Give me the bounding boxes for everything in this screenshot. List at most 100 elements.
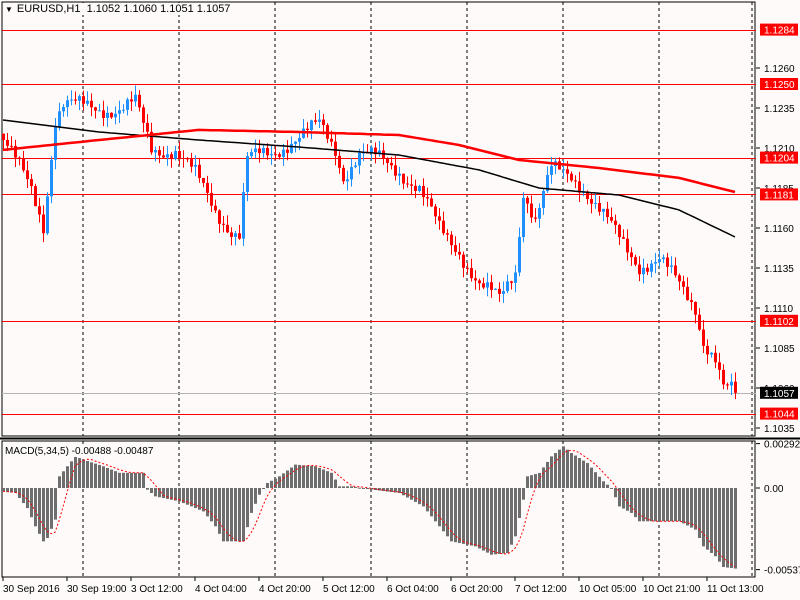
macd-histogram-bar: [578, 458, 581, 488]
candle-body: [594, 202, 597, 204]
macd-histogram-bar: [698, 488, 701, 539]
macd-histogram-bar: [138, 472, 141, 488]
macd-histogram-bar: [30, 488, 33, 518]
time-axis-label: 30 Sep 2016: [3, 584, 60, 595]
macd-histogram-bar: [670, 488, 673, 522]
macd-histogram-bar: [654, 488, 657, 522]
macd-histogram-bar: [450, 488, 453, 542]
candle-body: [410, 184, 413, 186]
macd-histogram-bar: [18, 488, 21, 499]
candle-body: [230, 232, 233, 237]
candle-body: [482, 283, 485, 288]
candle-body: [426, 197, 429, 199]
macd-histogram-bar: [622, 488, 625, 509]
candle-body: [50, 159, 53, 197]
macd-histogram-bar: [678, 488, 681, 522]
candle-body: [46, 196, 49, 234]
macd-histogram-bar: [486, 488, 489, 553]
macd-histogram-bar: [530, 475, 533, 488]
macd-histogram-bar: [58, 476, 61, 488]
dropdown-triangle-icon[interactable]: ▼: [5, 5, 13, 14]
time-axis-label: 5 Oct 12:00: [323, 584, 375, 595]
macd-histogram-bar: [502, 488, 505, 554]
candle-body: [154, 150, 157, 153]
macd-histogram-bar: [650, 488, 653, 522]
macd-histogram-bar: [82, 459, 85, 488]
candle-body: [194, 164, 197, 167]
macd-histogram-bar: [222, 488, 225, 542]
macd-histogram-bar: [714, 488, 717, 557]
candle-body: [174, 151, 177, 160]
chart-window[interactable]: 1.12601.12351.12101.11851.11601.11351.11…: [0, 0, 800, 600]
candle-body: [714, 352, 717, 363]
candle-body: [238, 233, 241, 239]
macd-axis-label: 0.00292: [764, 440, 800, 451]
candle-body: [290, 143, 293, 153]
candle-body: [278, 154, 281, 157]
macd-histogram-bar: [386, 488, 389, 492]
macd-histogram-bar: [510, 488, 513, 545]
macd-histogram-bar: [66, 466, 69, 488]
candle-body: [314, 120, 317, 122]
candle-body: [466, 267, 469, 269]
macd-histogram-bar: [42, 488, 45, 542]
chart-canvas[interactable]: 1.12601.12351.12101.11851.11601.11351.11…: [0, 0, 800, 600]
macd-histogram-bar: [682, 488, 685, 524]
candle-body: [478, 280, 481, 284]
candle-body: [138, 94, 141, 108]
macd-histogram-bar: [342, 486, 345, 488]
candle-body: [94, 107, 97, 111]
candle-body: [406, 183, 409, 185]
macd-histogram-bar: [134, 472, 137, 488]
macd-histogram-bar: [126, 472, 129, 488]
macd-histogram-bar: [518, 488, 521, 519]
candle-body: [618, 224, 621, 238]
macd-histogram-bar: [494, 488, 497, 555]
candle-body: [422, 186, 425, 198]
candle-body: [402, 173, 405, 184]
time-axis-label: 11 Oct 13:00: [707, 584, 764, 595]
candle-body: [498, 288, 501, 294]
candle-body: [86, 100, 89, 104]
time-axis-label: 10 Oct 21:00: [643, 584, 701, 595]
candle-body: [706, 345, 709, 355]
candle-body: [70, 99, 73, 101]
macd-histogram-bar: [78, 458, 81, 488]
candle-body: [430, 198, 433, 207]
macd-histogram-bar: [326, 471, 329, 488]
macd-histogram-bar: [354, 487, 357, 489]
candle-body: [542, 191, 545, 208]
macd-axis-label: 0.00: [764, 484, 784, 495]
macd-histogram-bar: [330, 472, 333, 488]
candle-body: [26, 170, 29, 180]
macd-histogram-bar: [310, 465, 313, 488]
candle-body: [626, 238, 629, 253]
candle-body: [250, 152, 253, 157]
macd-histogram-bar: [90, 462, 93, 488]
macd-histogram-bar: [686, 488, 689, 526]
macd-histogram-bar: [562, 446, 565, 488]
macd-histogram-bar: [350, 486, 353, 488]
macd-histogram-bar: [94, 463, 97, 488]
candle-body: [118, 110, 121, 114]
macd-histogram-bar: [546, 461, 549, 488]
macd-histogram-bar: [218, 488, 221, 534]
candle-body: [306, 128, 309, 130]
macd-histogram-bar: [298, 464, 301, 488]
macd-histogram-bar: [730, 488, 733, 569]
candle-body: [346, 179, 349, 182]
candle-body: [110, 112, 113, 118]
candle-body: [222, 223, 225, 225]
ohlc-high: 1.1060: [123, 3, 157, 15]
macd-histogram-bar: [234, 488, 237, 542]
price-axis-label: 1.1035: [764, 424, 795, 435]
macd-histogram-bar: [278, 476, 281, 488]
candle-body: [518, 237, 521, 273]
macd-histogram-bar: [34, 488, 37, 527]
macd-histogram-bar: [62, 471, 65, 488]
macd-histogram-bar: [702, 488, 705, 547]
macd-histogram-bar: [590, 467, 593, 488]
macd-histogram-bar: [726, 488, 729, 568]
macd-histogram-bar: [706, 488, 709, 550]
candle-body: [62, 107, 65, 112]
